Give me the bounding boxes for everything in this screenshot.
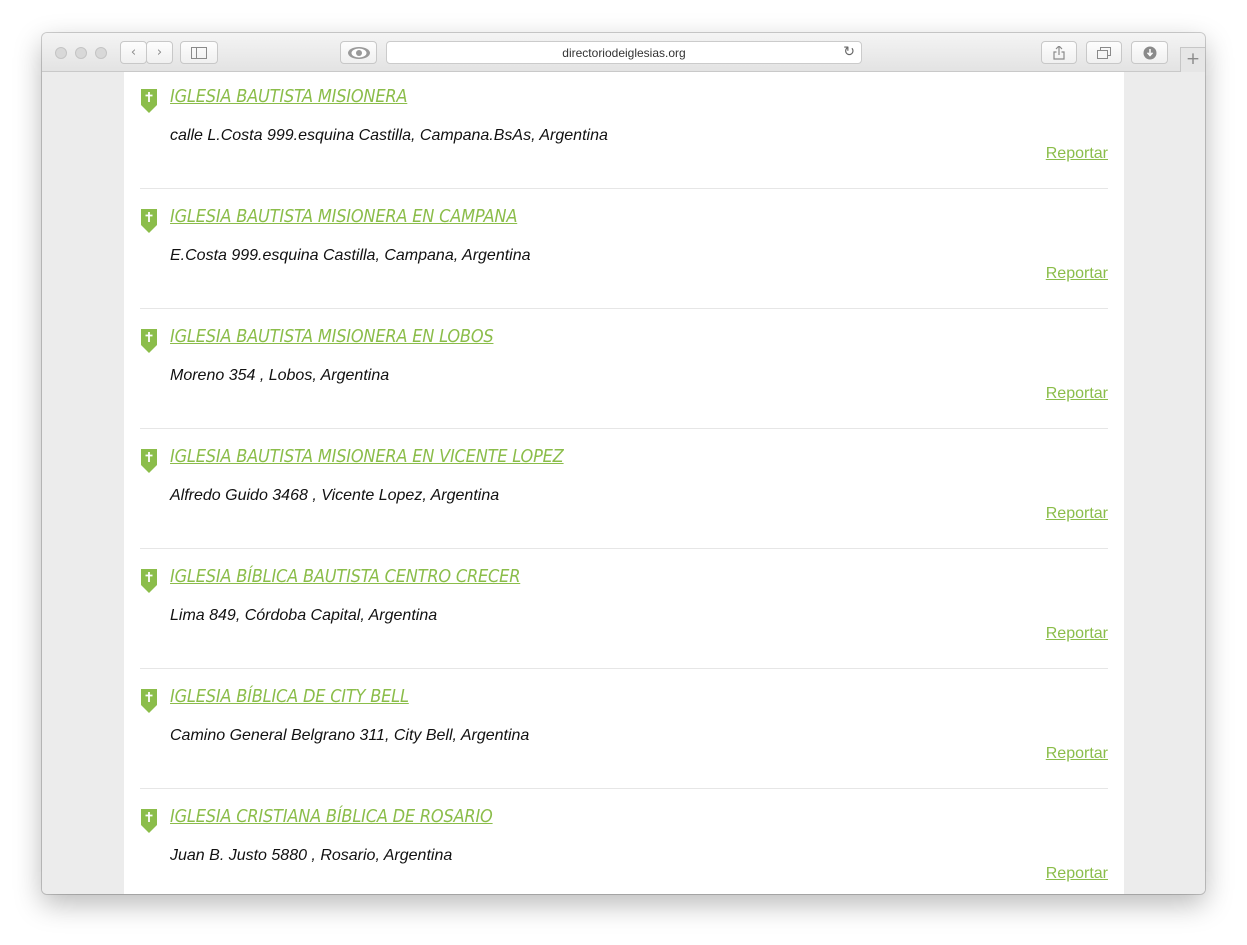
sidebar-button[interactable]	[180, 41, 218, 64]
browser-window: ‹ › directoriodeiglesias.org ↻ + IGLESIA…	[42, 33, 1205, 894]
church-address: Alfredo Guido 3468 , Vicente Lopez, Arge…	[170, 487, 500, 504]
chevron-right-icon: ›	[156, 45, 163, 60]
share-icon	[1053, 45, 1065, 60]
list-item: IGLESIA BAUTISTA MISIONERA calle L.Costa…	[140, 72, 1108, 189]
tabs-overview-button[interactable]	[1086, 41, 1122, 64]
church-pin-icon	[141, 329, 157, 353]
sidebar-icon	[191, 47, 207, 59]
address-bar[interactable]: directoriodeiglesias.org ↻	[386, 41, 862, 64]
reload-icon[interactable]: ↻	[843, 44, 855, 60]
church-name-link[interactable]: IGLESIA BAUTISTA MISIONERA EN CAMPANA	[170, 206, 517, 227]
tabs-icon	[1097, 47, 1111, 59]
download-icon	[1143, 46, 1156, 60]
browser-toolbar: ‹ › directoriodeiglesias.org ↻ +	[42, 33, 1205, 72]
church-address: Lima 849, Córdoba Capital, Argentina	[170, 607, 438, 624]
church-pin-icon	[141, 569, 157, 593]
close-window-icon[interactable]	[55, 47, 67, 59]
minimize-window-icon[interactable]	[75, 47, 87, 59]
list-item: IGLESIA BÍBLICA DE CITY BELL Camino Gene…	[140, 669, 1108, 789]
chevron-left-icon: ‹	[130, 45, 137, 60]
list-item: IGLESIA BÍBLICA BAUTISTA CENTRO CRECER L…	[140, 549, 1108, 669]
church-address: calle L.Costa 999.esquina Castilla, Camp…	[170, 127, 608, 144]
report-link[interactable]: Reportar	[1046, 745, 1108, 763]
list-item: IGLESIA CRISTIANA BÍBLICA DE ROSARIO Jua…	[140, 789, 1108, 894]
church-name-link[interactable]: IGLESIA BAUTISTA MISIONERA EN VICENTE LO…	[170, 446, 564, 467]
church-address: Camino General Belgrano 311, City Bell, …	[170, 727, 530, 744]
church-pin-icon	[141, 89, 157, 113]
downloads-button[interactable]	[1131, 41, 1168, 64]
church-pin-icon	[141, 809, 157, 833]
reader-button[interactable]	[340, 41, 377, 64]
church-name-link[interactable]: IGLESIA BÍBLICA BAUTISTA CENTRO CRECER	[170, 566, 520, 587]
list-item: IGLESIA BAUTISTA MISIONERA EN VICENTE LO…	[140, 429, 1108, 549]
report-link[interactable]: Reportar	[1046, 145, 1108, 163]
church-name-link[interactable]: IGLESIA BÍBLICA DE CITY BELL	[170, 686, 409, 707]
plus-icon: +	[1185, 49, 1201, 69]
report-link[interactable]: Reportar	[1046, 625, 1108, 643]
church-name-link[interactable]: IGLESIA CRISTIANA BÍBLICA DE ROSARIO	[170, 806, 493, 827]
church-pin-icon	[141, 689, 157, 713]
zoom-window-icon[interactable]	[95, 47, 107, 59]
forward-button[interactable]: ›	[146, 41, 173, 64]
list-item: IGLESIA BAUTISTA MISIONERA EN CAMPANA E.…	[140, 189, 1108, 309]
report-link[interactable]: Reportar	[1046, 265, 1108, 283]
page-viewport[interactable]: IGLESIA BAUTISTA MISIONERA calle L.Costa…	[42, 72, 1205, 894]
back-button[interactable]: ‹	[120, 41, 147, 64]
report-link[interactable]: Reportar	[1046, 505, 1108, 523]
church-name-link[interactable]: IGLESIA BAUTISTA MISIONERA EN LOBOS	[170, 326, 494, 347]
church-pin-icon	[141, 209, 157, 233]
church-address: E.Costa 999.esquina Castilla, Campana, A…	[170, 247, 531, 264]
church-name-link[interactable]: IGLESIA BAUTISTA MISIONERA	[170, 86, 407, 107]
report-link[interactable]: Reportar	[1046, 865, 1108, 883]
report-link[interactable]: Reportar	[1046, 385, 1108, 403]
church-address: Juan B. Justo 5880 , Rosario, Argentina	[170, 847, 453, 864]
church-directory-listings: IGLESIA BAUTISTA MISIONERA calle L.Costa…	[124, 72, 1124, 894]
reader-eye-icon	[347, 47, 370, 59]
share-button[interactable]	[1041, 41, 1077, 64]
church-pin-icon	[141, 449, 157, 473]
church-address: Moreno 354 , Lobos, Argentina	[170, 367, 390, 384]
url-text: directoriodeiglesias.org	[562, 46, 686, 60]
list-item: IGLESIA BAUTISTA MISIONERA EN LOBOS More…	[140, 309, 1108, 429]
new-tab-button[interactable]: +	[1180, 47, 1205, 72]
